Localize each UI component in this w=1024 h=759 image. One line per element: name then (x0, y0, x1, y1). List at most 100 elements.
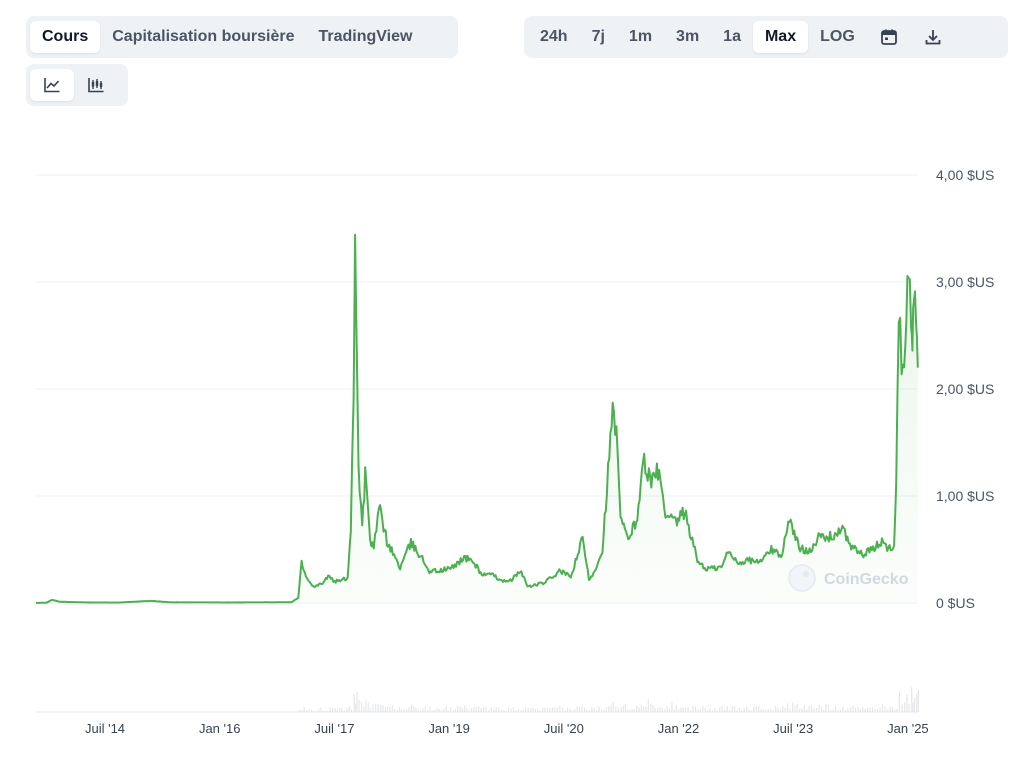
volume-bar (320, 707, 322, 712)
volume-bar (605, 707, 607, 712)
volume-bar (872, 707, 874, 712)
volume-bar (382, 705, 384, 712)
volume-bar (527, 707, 529, 712)
volume-bar (525, 707, 527, 712)
volume-bar (355, 703, 357, 712)
volume-bar (753, 706, 755, 712)
volume-bar (429, 706, 431, 712)
volume-bar (361, 701, 363, 712)
price-chart[interactable]: 0 $US 1,00 $US 2,00 $US 3,00 $US 4,00 $US Co… (0, 120, 1024, 759)
volume-bar (542, 707, 544, 712)
volume-bar (782, 706, 784, 712)
volume-bar (731, 706, 733, 712)
volume-bar (561, 707, 564, 712)
volume-bar (329, 707, 331, 712)
volume-bar (591, 707, 593, 712)
range-24h[interactable]: 24h (528, 21, 580, 53)
volume-bar (566, 707, 569, 712)
volume-bar (464, 705, 466, 712)
volume-bar (576, 706, 578, 712)
volume-bar (530, 708, 532, 712)
y-tick-label: 2,00 $US (936, 381, 994, 397)
volume-bar (702, 706, 704, 712)
volume-bar (554, 707, 556, 712)
line-chart-button[interactable] (30, 69, 74, 101)
volume-bar (734, 706, 736, 712)
volume-bar (581, 705, 583, 712)
volume-bar (424, 706, 426, 712)
range-tabs: 24h 7j 1m 3m 1a Max LOG (524, 16, 1008, 58)
volume-bar (436, 708, 438, 712)
volume-bar (784, 707, 786, 712)
volume-bar (445, 706, 447, 712)
volume-bar (777, 707, 779, 712)
range-7d[interactable]: 7j (580, 21, 617, 53)
volume-bar (908, 704, 910, 712)
volume-bar (645, 706, 647, 712)
volume-bar (367, 702, 369, 712)
volume-bar (825, 704, 827, 712)
volume-bar (384, 707, 386, 712)
calendar-button[interactable] (867, 21, 911, 53)
volume-bar (408, 707, 410, 712)
download-button[interactable] (911, 21, 955, 53)
volume-bars (299, 687, 919, 712)
volume-bar (743, 708, 745, 712)
volume-bar (801, 708, 803, 712)
x-tick-label: Jan '19 (428, 721, 470, 736)
volume-bar (721, 706, 723, 712)
volume-bar (556, 707, 559, 712)
volume-bar (775, 705, 777, 712)
volume-bar (398, 706, 401, 712)
volume-bar (682, 707, 684, 712)
volume-bar (413, 705, 415, 712)
x-tick-label: Juil '14 (85, 721, 125, 736)
tab-market-cap[interactable]: Capitalisation boursière (100, 21, 306, 53)
range-1m[interactable]: 1m (617, 21, 664, 53)
x-axis: Juil '14 Jan '16 Juil '17 Jan '19 Juil '20 Ja… (85, 721, 929, 736)
volume-bar (375, 703, 377, 712)
range-max[interactable]: Max (752, 21, 809, 53)
tab-tradingview[interactable]: TradingView (307, 21, 425, 53)
volume-bar (483, 706, 485, 712)
volume-bar (495, 706, 497, 712)
volume-bar (410, 704, 413, 712)
volume-bar (810, 706, 813, 712)
volume-bar (303, 707, 305, 712)
volume-bar (593, 708, 595, 712)
range-1y[interactable]: 1a (711, 21, 753, 53)
tab-price[interactable]: Cours (30, 21, 101, 53)
volume-bar (598, 706, 600, 712)
volume-bar (867, 707, 869, 712)
volume-bar (738, 708, 741, 712)
volume-bar (816, 708, 818, 712)
volume-bar (854, 707, 857, 712)
volume-bar (714, 707, 716, 712)
volume-bar (906, 694, 908, 712)
volume-bar (687, 707, 689, 712)
volume-bar (654, 707, 656, 712)
candlestick-chart-button[interactable] (74, 69, 118, 101)
calendar-icon (880, 29, 897, 45)
volume-bar (680, 707, 682, 712)
volume-bar (719, 706, 721, 712)
volume-bar (370, 707, 372, 712)
y-tick-label: 0 $US (936, 595, 975, 611)
volume-bar (882, 703, 884, 712)
log-scale-toggle[interactable]: LOG (808, 21, 867, 53)
volume-bar (510, 708, 512, 712)
volume-bar (583, 707, 586, 712)
volume-bar (615, 706, 617, 712)
volume-bar (332, 707, 334, 712)
volume-bar (391, 705, 393, 712)
range-3m[interactable]: 3m (664, 21, 711, 53)
volume-bar (348, 706, 350, 712)
volume-bar (377, 704, 379, 712)
volume-bar (386, 706, 389, 712)
volume-bar (913, 698, 916, 712)
volume-bar (612, 701, 614, 712)
volume-bar (917, 689, 919, 712)
volume-bar (847, 708, 849, 712)
volume-bar (579, 706, 581, 712)
volume-bar (610, 704, 612, 712)
